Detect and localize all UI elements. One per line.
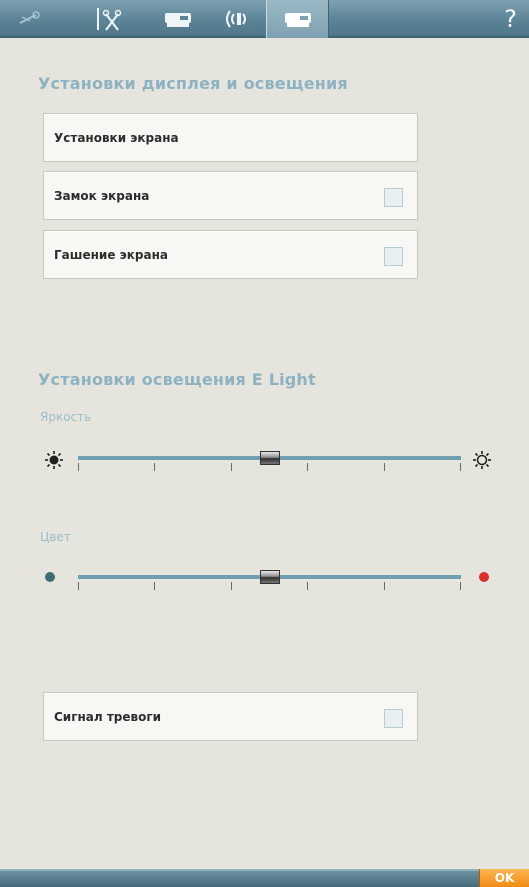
needle-scissors-icon	[92, 6, 122, 32]
tab-thread[interactable]	[0, 0, 58, 38]
screen-settings-item[interactable]: Установки экрана	[43, 113, 418, 162]
tab-machine-settings[interactable]	[266, 0, 329, 38]
sound-icon	[220, 7, 252, 31]
sewing-machine-icon	[163, 9, 193, 29]
alarm-label: Сигнал тревоги	[54, 709, 162, 724]
top-toolbar: ?	[0, 0, 529, 38]
thread-icon	[16, 7, 42, 31]
screen-lock-label: Замок экрана	[54, 188, 150, 203]
light-section-title: Установки освещения E Light	[38, 370, 316, 389]
brightness-low-icon	[44, 450, 64, 474]
tab-stitch-settings[interactable]	[82, 0, 132, 38]
tab-machine[interactable]	[150, 0, 205, 38]
warm-color-icon	[479, 572, 489, 582]
display-section-title: Установки дисплея и освещения	[38, 74, 348, 93]
ok-button[interactable]: OK	[479, 869, 529, 887]
alarm-item[interactable]: Сигнал тревоги	[43, 692, 418, 741]
help-button[interactable]: ?	[504, 2, 517, 36]
screen-lock-checkbox[interactable]	[384, 188, 403, 207]
screen-blanking-item[interactable]: Гашение экрана	[43, 230, 418, 279]
brightness-label: Яркость	[40, 410, 92, 424]
color-slider-thumb[interactable]	[259, 570, 280, 584]
brightness-high-icon	[472, 450, 492, 474]
screen-blanking-label: Гашение экрана	[54, 247, 168, 262]
machine-settings-icon	[283, 9, 313, 29]
alarm-checkbox[interactable]	[384, 709, 403, 728]
screen-settings-label: Установки экрана	[54, 130, 179, 145]
color-label: Цвет	[40, 530, 71, 544]
brightness-slider-thumb[interactable]	[259, 451, 280, 465]
cool-color-icon	[45, 572, 55, 582]
screen-lock-item[interactable]: Замок экрана	[43, 171, 418, 220]
screen-blanking-checkbox[interactable]	[384, 247, 403, 266]
bottom-bar	[0, 869, 529, 887]
tab-sound[interactable]	[210, 0, 262, 38]
